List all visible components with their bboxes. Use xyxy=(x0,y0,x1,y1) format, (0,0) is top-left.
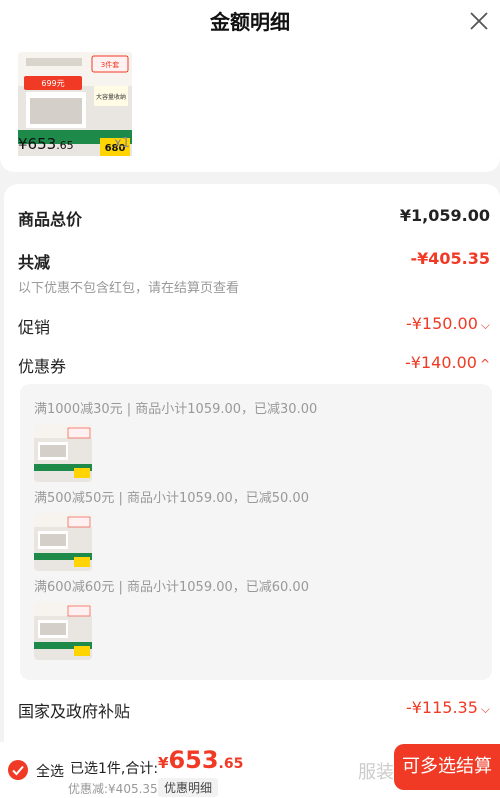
subsidy-value-group: -¥115.35 ⌵ xyxy=(406,698,490,717)
subsidy-label: 国家及政府补贴 xyxy=(18,702,131,721)
coupon-row[interactable]: 优惠券 -¥140.00 ^ xyxy=(18,353,490,377)
coupon-product-thumb[interactable] xyxy=(34,513,92,571)
badge-text: 3件套 xyxy=(101,60,119,69)
total-reduce-row: 共减 -¥405.35 xyxy=(18,249,490,273)
total-cents: .65 xyxy=(218,756,244,772)
subsidy-row: 国家及政府补贴 -¥115.35 ⌵ xyxy=(18,698,490,722)
product-card: 3件套 699元 大容量收纳 680 ¥653.65 x1 xyxy=(0,44,500,172)
total-reduce-label: 共减 xyxy=(18,253,51,272)
goods-total-value: ¥1,059.00 xyxy=(399,206,490,225)
chevron-down-icon: ⌵ xyxy=(480,702,490,716)
coupon-product-thumb[interactable] xyxy=(34,424,92,482)
page-header: 金额明细 xyxy=(0,0,500,44)
total-main: 653 xyxy=(168,746,219,774)
select-all-label[interactable]: 全选 xyxy=(36,761,64,781)
product-price-cents: .65 xyxy=(56,139,74,152)
coupon-line: 满1000减30元 | 商品小计1059.00，已减30.00 xyxy=(34,402,318,417)
gift-text: 大容量收纳 xyxy=(96,93,126,101)
product-price-main: ¥653 xyxy=(18,135,57,153)
promo-value: -¥150.00 xyxy=(405,314,478,333)
checkout-bar: 全选 已选1件,合计: ¥653.65 优惠减:¥405.35 优惠明细 服装 … xyxy=(0,742,500,798)
page-title: 金额明细 xyxy=(210,10,290,34)
amount-summary: 商品总价 ¥1,059.00 共减 -¥405.35 以下优惠不包含红包，请在结… xyxy=(4,184,500,754)
checkout-button[interactable]: 可多选结算 xyxy=(394,744,500,790)
goods-total-label: 商品总价 xyxy=(18,210,83,229)
coupon-value: -¥140.00 xyxy=(405,353,477,372)
coupon-product-thumb[interactable] xyxy=(34,602,92,660)
coupon-value-group: -¥140.00 ^ xyxy=(405,353,490,372)
product-quantity: x1 xyxy=(114,136,130,151)
close-icon[interactable] xyxy=(468,10,490,32)
check-icon xyxy=(12,765,24,776)
promo-row[interactable]: 促销 -¥150.00 ⌵ xyxy=(18,314,490,338)
chevron-down-icon: ⌵ xyxy=(480,318,490,332)
total-amount: ¥653.65 xyxy=(158,746,243,774)
coupon-label: 优惠券 xyxy=(18,357,67,376)
total-reduce-value: -¥405.35 xyxy=(410,249,490,268)
background-ghost-text: 服装 xyxy=(358,762,394,783)
select-all-checkbox[interactable] xyxy=(8,760,28,780)
promo-price-text: 699元 xyxy=(41,79,64,88)
product-price: ¥653.65 xyxy=(18,135,74,153)
coupon-line: 满600减60元 | 商品小计1059.00，已减60.00 xyxy=(34,580,309,595)
coupon-detail-box: 满1000减30元 | 商品小计1059.00，已减30.00 满500减50元… xyxy=(20,384,492,680)
total-symbol: ¥ xyxy=(158,754,169,772)
selected-count-text: 已选1件,合计: xyxy=(70,761,159,777)
discount-amount-text: 优惠减:¥405.35 xyxy=(68,782,158,796)
subsidy-value: -¥115.35 xyxy=(405,698,478,717)
discount-note: 以下优惠不包含红包，请在结算页查看 xyxy=(18,281,240,296)
promo-value-group: -¥150.00 ⌵ xyxy=(406,314,490,333)
coupon-line: 满500减50元 | 商品小计1059.00，已减50.00 xyxy=(34,491,309,506)
promo-label: 促销 xyxy=(18,318,51,337)
goods-total-row: 商品总价 ¥1,059.00 xyxy=(18,206,490,230)
chevron-up-icon: ^ xyxy=(479,357,490,371)
discount-detail-button[interactable]: 优惠明细 xyxy=(158,778,219,797)
